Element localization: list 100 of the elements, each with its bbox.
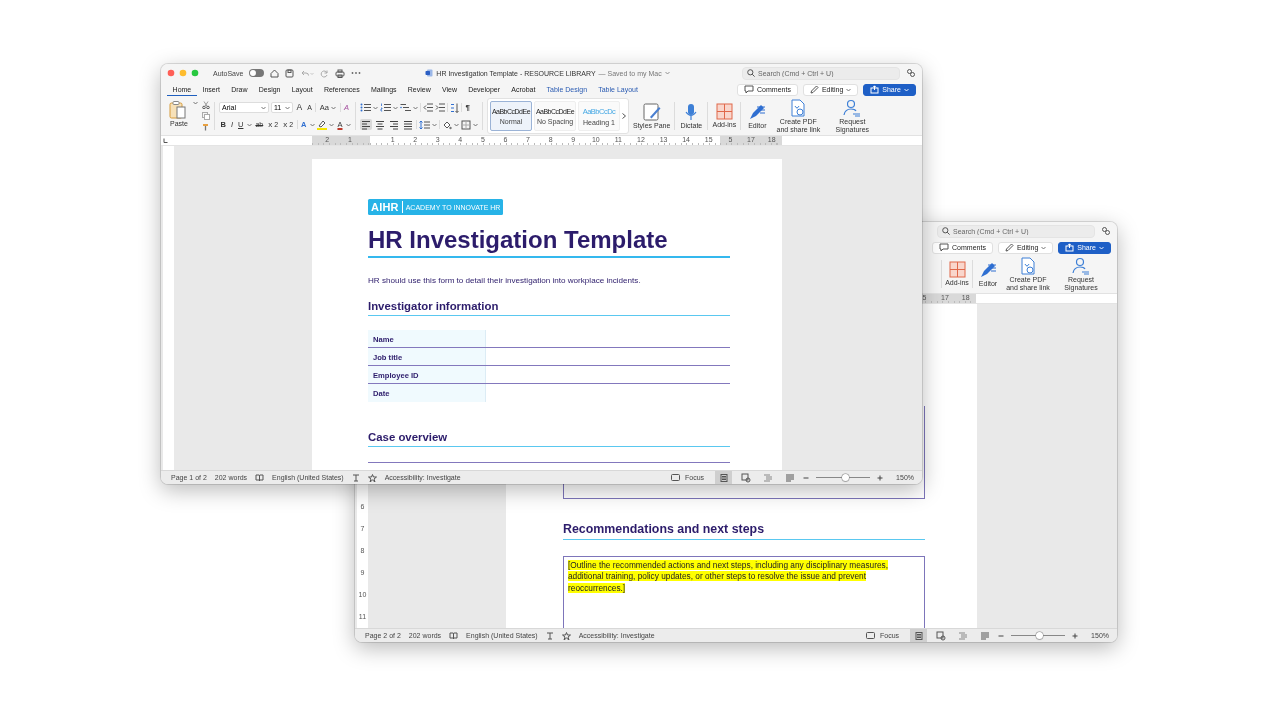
comment-icon [744,85,755,94]
focus-icon[interactable] [866,632,876,639]
copy-icon[interactable] [202,112,210,120]
undo-icon[interactable] [300,68,315,78]
caret-icon[interactable] [331,105,337,110]
focus-icon[interactable] [671,474,681,481]
document-icon[interactable] [790,99,807,118]
microphone-icon[interactable] [684,102,699,121]
caret-icon[interactable] [473,122,478,127]
caret-icon[interactable] [346,122,351,127]
page-layout-icon [718,472,729,483]
document-icon[interactable] [1020,257,1036,276]
collaborate-icon[interactable] [906,68,916,78]
web-layout-icon [740,472,751,483]
pencil-icon [809,85,819,94]
align-button[interactable] [388,119,400,130]
clipboard-icon[interactable] [169,101,189,119]
document-title: HR Investigation Template [368,226,730,258]
draft-icon [979,630,990,641]
borders-icon[interactable] [461,119,471,130]
print-icon[interactable] [335,68,346,78]
slider-thumb[interactable] [1035,632,1043,639]
tab-stop-icon[interactable] [163,138,168,143]
caret-icon[interactable] [261,105,266,110]
pen-icon[interactable] [748,102,767,121]
page-layout-icon [913,630,924,641]
caret-icon[interactable] [393,105,398,110]
caret-icon[interactable] [373,105,378,110]
caret-icon[interactable] [1041,245,1047,250]
collaborate-icon[interactable] [1101,226,1111,236]
window-controls-icon[interactable] [167,69,201,77]
pen-icon[interactable] [979,260,997,279]
caret-icon[interactable] [309,122,315,127]
grow-font-button[interactable]: A [295,103,304,112]
caret-icon[interactable] [846,87,852,92]
caret-icon[interactable] [246,122,252,127]
person-icon[interactable] [1072,257,1090,276]
share-icon [870,85,880,94]
save-icon[interactable] [285,68,295,78]
autosave-toggle[interactable] [249,69,265,77]
placeholder-text: [Outline the recommended actions and next steps, including any disciplinary measures, additional training, policy updates, or other steps to resolve the issue and prevent reoccurrences.] [568,560,890,594]
align-button[interactable] [402,119,414,130]
caret-icon[interactable] [328,122,334,127]
caret-icon[interactable] [454,122,459,127]
view-button[interactable] [910,629,928,642]
sort-icon[interactable] [450,102,459,113]
text-predictions-icon[interactable] [545,631,554,640]
share-icon [1065,243,1075,252]
decrease-indent-icon[interactable] [423,103,433,112]
text-predictions-icon[interactable] [351,473,360,482]
highlighter-icon[interactable] [316,119,327,130]
section-heading: Investigator information [368,299,730,316]
zoom-out-icon[interactable] [803,474,810,481]
person-icon[interactable] [843,99,862,118]
align-button[interactable] [360,119,372,130]
grid-icon[interactable] [715,103,733,121]
shading-icon[interactable] [442,119,452,130]
zoom-in-icon[interactable] [877,474,884,481]
bullets-icon[interactable] [360,103,371,112]
proofing-icon[interactable] [255,473,265,482]
caret-icon[interactable] [413,105,418,110]
scissors-icon[interactable] [202,101,210,109]
web-layout-icon [935,630,946,641]
proofing-icon[interactable] [449,631,459,640]
format-painter-icon[interactable] [202,123,210,131]
search-icon [942,227,950,235]
numbering-icon[interactable] [380,103,391,112]
outline-icon [762,472,773,483]
slider-thumb[interactable] [842,474,850,481]
section-heading: Recommendations and next steps [563,522,925,540]
accessibility-icon[interactable] [367,473,377,482]
zoom-out-icon[interactable] [998,632,1005,639]
view-button[interactable] [715,471,733,484]
logo-wordmark: AIHR [371,201,403,213]
section-heading: Case overview [368,430,730,447]
caret-icon[interactable] [285,105,290,110]
align-left-icon [361,119,371,130]
caret-icon[interactable] [664,71,670,75]
accessibility-icon[interactable] [561,631,571,640]
increase-indent-icon[interactable] [435,103,445,112]
grid-icon[interactable] [948,261,966,279]
caret-icon[interactable] [193,101,198,105]
multilevel-list-icon[interactable] [400,103,411,112]
draft-icon [784,472,795,483]
outline-icon [957,630,968,641]
justify-icon [403,119,413,130]
comment-icon [939,243,950,252]
more-icon[interactable] [351,71,362,75]
zoom-in-icon[interactable] [1072,632,1079,639]
intro-text: HR should use this form to detail their investigation into workplace incidents. [368,276,642,285]
line-spacing-icon[interactable] [419,119,430,130]
align-right-icon [389,119,399,130]
caret-icon[interactable] [432,122,437,127]
document-icon [425,69,434,77]
align-button[interactable] [374,119,386,130]
home-icon[interactable] [270,68,280,78]
redo-icon[interactable] [320,68,330,78]
align-center-icon [375,119,385,130]
show-formatting-button[interactable]: ¶ [464,103,472,112]
styles-pane-icon[interactable] [642,102,661,121]
